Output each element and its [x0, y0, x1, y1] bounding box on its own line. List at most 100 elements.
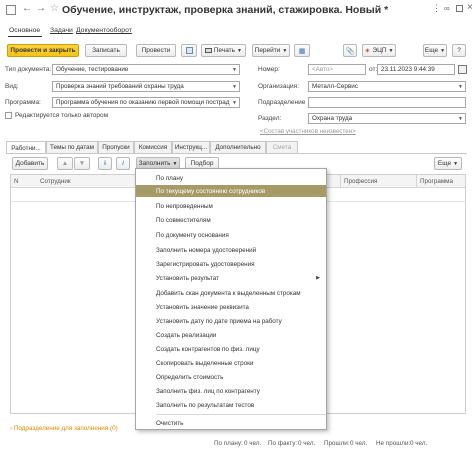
maximize-icon[interactable] — [456, 5, 463, 12]
close-icon[interactable]: × — [467, 2, 473, 13]
col-divider — [416, 175, 417, 188]
col-n[interactable]: N — [14, 178, 19, 185]
arrow-down-icon: ▼ — [78, 160, 86, 167]
menu-item-fill-by-tests[interactable]: Заполнить по результатам тестов — [136, 399, 326, 411]
structure-button[interactable]: ▦ — [294, 44, 310, 57]
paperclip-button[interactable]: 📎 — [343, 44, 357, 57]
org-label: Организация: — [258, 83, 300, 90]
chevron-down-icon[interactable]: ▼ — [232, 84, 237, 90]
chevron-down-icon: ▼ — [440, 47, 446, 54]
participants-link[interactable]: <Состав участников неизвестен> — [260, 128, 356, 135]
menu-item-set-result[interactable]: Установить результат ▶ — [136, 272, 326, 284]
letter-i-button[interactable]: I — [116, 157, 130, 170]
chevron-down-icon[interactable]: ▼ — [458, 84, 463, 90]
doc-type-field[interactable]: Обучение, тестирование ▼ — [52, 64, 240, 75]
menu-item-by-part-time[interactable]: По совместителям — [136, 214, 326, 226]
ecp-button[interactable]: ✶ ЭЦП ▼ — [362, 44, 396, 57]
failed-value: 0 чел. — [410, 440, 428, 447]
chevron-down-icon: ▼ — [172, 160, 178, 167]
info-icon: i — [104, 160, 106, 167]
fill-dropdown-menu: По плану По текущему состоянию сотрудник… — [135, 168, 327, 430]
info-button[interactable]: i — [98, 157, 112, 170]
number-field[interactable]: <Авто> — [308, 64, 366, 75]
menu-separator — [156, 414, 326, 415]
col-divider — [340, 175, 341, 188]
fill-dept-link[interactable]: › Подразделение для заполнения (0) — [10, 425, 118, 432]
move-down-button[interactable]: ▼ — [74, 157, 90, 170]
post-button[interactable]: Провести — [136, 44, 176, 57]
chevron-down-icon: ▼ — [453, 160, 459, 167]
window-title: Обучение, инструктаж, проверка знаний, с… — [62, 4, 389, 16]
back-icon[interactable]: ← — [22, 3, 32, 14]
menu-item-clear[interactable]: Очистить — [136, 417, 326, 429]
menu-item-set-attribute[interactable]: Установить значение реквизита — [136, 301, 326, 313]
menu-item-fill-cert-numbers[interactable]: Заполнить номера удостоверений — [136, 244, 326, 256]
window-menu-icon[interactable]: ⋮ — [432, 3, 441, 14]
menu-item-create-contractors[interactable]: Создать контрагентов по физ. лицу — [136, 343, 326, 355]
more-button[interactable]: Еще ▼ — [423, 44, 447, 57]
tab-additional[interactable]: Дополнительно — [210, 141, 266, 153]
menu-item-set-date-by-hire[interactable]: Установить дату по дате приема на работу — [136, 315, 326, 327]
help-button[interactable]: ? — [452, 44, 466, 57]
tab-instructions[interactable]: Инструкц... — [172, 141, 210, 153]
goto-button[interactable]: Перейти ▼ — [252, 44, 290, 57]
date-field[interactable]: 23.11.2023 9:44:39 — [377, 64, 455, 75]
kind-field[interactable]: Проверка знаний требований охраны труда ▼ — [52, 81, 240, 92]
fact-label: По факту: — [268, 440, 298, 447]
menu-item-define-cost[interactable]: Определить стоимость — [136, 371, 326, 383]
tab-absences[interactable]: Пропуски — [98, 141, 134, 153]
chevron-down-icon[interactable]: ▼ — [232, 100, 237, 106]
failed-label: Не прошли: — [376, 440, 411, 447]
menu-item-by-current-state[interactable]: По текущему состоянию сотрудников — [136, 185, 326, 197]
save-button[interactable]: Записать — [85, 44, 127, 57]
menu-item-copy-rows[interactable]: Скопировать выделенные строки — [136, 357, 326, 369]
tab-commission[interactable]: Комиссия — [134, 141, 172, 153]
print-button[interactable]: Печать ▼ — [201, 44, 246, 57]
menu-item-by-base-doc[interactable]: По документу основания — [136, 229, 326, 241]
number-label: Номер: — [258, 66, 280, 73]
move-up-button[interactable]: ▲ — [57, 157, 73, 170]
arrow-up-icon: ▲ — [61, 160, 69, 167]
edit-author-label: Редактируется только автором — [15, 112, 109, 119]
add-row-button[interactable]: Добавить — [12, 157, 48, 170]
col-employee[interactable]: Сотрудник — [40, 178, 71, 185]
menu-item-register-certs[interactable]: Зарегистрировать удостоверения — [136, 258, 326, 270]
menu-item-by-unposted[interactable]: По непроведенным — [136, 200, 326, 212]
paperclip-icon: 📎 — [345, 47, 355, 55]
tab-topics-by-date[interactable]: Темы по датам — [46, 141, 98, 153]
chevron-down-icon[interactable]: ▼ — [458, 116, 463, 122]
home-icon[interactable] — [6, 5, 16, 15]
org-field[interactable]: Металл-Сервис ▼ — [308, 81, 466, 92]
menu-item-add-scan[interactable]: Добавить скан документа к выделенным стр… — [136, 287, 326, 299]
menu-item-create-sales[interactable]: Создать реализации — [136, 329, 326, 341]
report-icon — [185, 47, 193, 54]
chevron-down-icon[interactable]: ▼ — [232, 67, 237, 73]
link-icon[interactable]: ∞ — [444, 4, 450, 13]
menu-item-fill-by-contractor[interactable]: Заполнить физ. лиц по контрагенту — [136, 385, 326, 397]
nav-tab-active-underline — [8, 36, 42, 37]
table-more-button[interactable]: Еще ▼ — [434, 157, 462, 170]
passed-value: 0 чел. — [350, 440, 368, 447]
report-button[interactable] — [181, 44, 197, 57]
program-field[interactable]: Программа обучения по оказанию первой по… — [52, 97, 240, 108]
plan-value: 0 чел. — [244, 440, 262, 447]
help-icon: ? — [457, 47, 461, 54]
calendar-icon[interactable] — [458, 65, 467, 74]
title-bar: ← → ☆ Обучение, инструктаж, проверка зна… — [0, 0, 474, 22]
col-profession[interactable]: Профессия — [344, 178, 377, 185]
post-and-close-button[interactable]: Провести и закрыть — [7, 44, 79, 57]
favorite-star-icon[interactable]: ☆ — [50, 3, 59, 14]
nav-tab-main[interactable]: Основное — [9, 27, 40, 34]
nav-tab-tasks[interactable]: Задачи — [50, 27, 73, 34]
edit-author-checkbox[interactable] — [5, 112, 12, 119]
forward-icon[interactable]: → — [36, 3, 46, 14]
tab-estimate[interactable]: Смета — [266, 141, 298, 153]
section-field[interactable]: Охрана труда ▼ — [308, 113, 466, 124]
program-label: Программа: — [5, 99, 41, 106]
dept-field[interactable] — [308, 97, 466, 108]
fact-value: 0 чел. — [298, 440, 316, 447]
col-program[interactable]: Программа — [420, 178, 453, 185]
structure-icon: ▦ — [298, 47, 306, 55]
nav-tab-docflow[interactable]: Документооборот — [76, 27, 132, 34]
menu-item-by-plan[interactable]: По плану — [136, 172, 326, 184]
